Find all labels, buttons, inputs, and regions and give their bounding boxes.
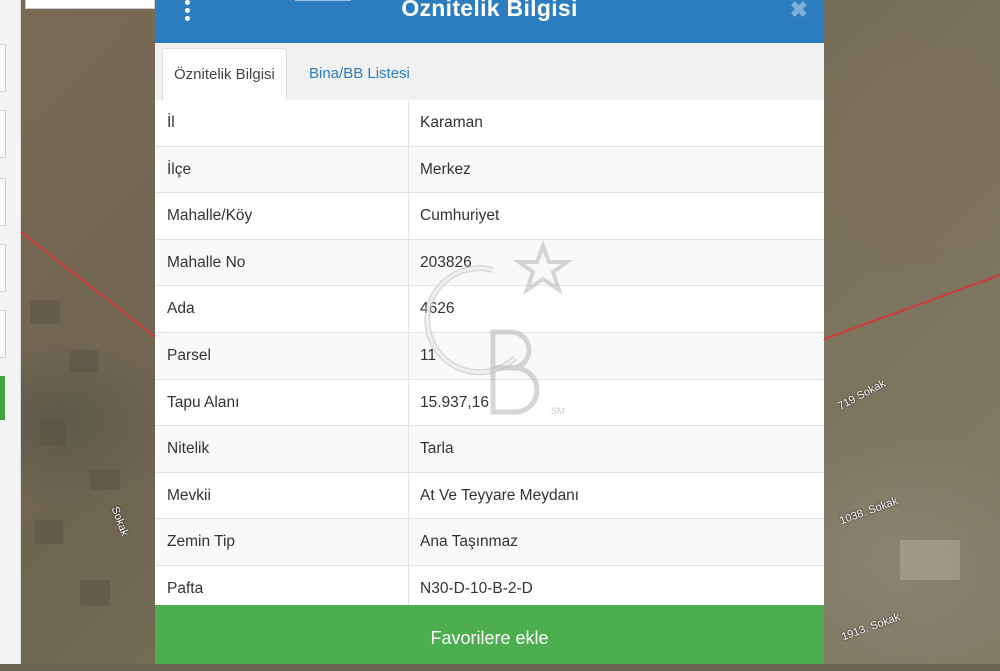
modal-title: Öznitelik Bilgisi <box>401 0 578 21</box>
table-row: İl Karaman <box>155 100 824 147</box>
table-row: Zemin Tip Ana Taşınmaz <box>155 519 824 566</box>
row-value: 11 <box>420 346 437 364</box>
left-toolbar <box>0 0 21 664</box>
map-building <box>35 520 63 544</box>
table-row: Nitelik Tarla <box>155 426 824 473</box>
row-label: Tapu Alanı <box>155 379 409 426</box>
left-toolbar-active-button[interactable] <box>0 376 5 420</box>
close-icon[interactable]: ✖ <box>790 0 808 21</box>
street-label: 1913. Sokak <box>840 611 902 644</box>
table-row: Mevkii At Ve Teyyare Meydanı <box>155 472 824 520</box>
row-label: Mahalle/Köy <box>155 193 409 239</box>
row-label: Zemin Tip <box>155 519 409 565</box>
row-value: 4626 <box>420 300 455 318</box>
row-label: İlçe <box>155 146 409 193</box>
table-row: Tapu Alanı 15.937,16 <box>155 379 824 427</box>
row-label: İl <box>155 100 409 146</box>
modal-header: Öznitelik Bilgisi ✖ <box>155 0 824 43</box>
row-value: Karaman <box>420 114 483 131</box>
left-toolbar-button[interactable] <box>0 244 6 292</box>
tab-building-list[interactable]: Bina/BB Listesi <box>298 48 421 99</box>
left-toolbar-button[interactable] <box>0 44 6 92</box>
attribute-modal: Öznitelik Bilgisi ✖ Öznitelik Bilgisi Bi… <box>155 0 824 664</box>
attribute-table: İl Karaman İlçe Merkez Mahalle/Köy Cumhuriy… <box>155 100 824 613</box>
left-toolbar-button[interactable] <box>0 178 6 226</box>
row-value: 15.937,16 <box>420 393 489 411</box>
row-value: Cumhuriyet <box>420 207 500 225</box>
row-value: 203826 <box>420 253 472 271</box>
row-label: Ada <box>155 286 409 332</box>
add-to-favorites-button[interactable]: Favorilere ekle <box>155 605 824 664</box>
left-toolbar-button[interactable] <box>0 110 6 158</box>
street-label: 1038. Sokak <box>838 495 900 528</box>
street-label: Sokak <box>108 505 131 538</box>
map-building <box>40 420 66 446</box>
row-label: Parsel <box>155 332 409 379</box>
table-row: İlçe Merkez <box>155 146 824 194</box>
table-row: Mahalle No 203826 <box>155 239 824 287</box>
parcel-boundary <box>824 273 1000 340</box>
table-row: Mahalle/Köy Cumhuriyet <box>155 193 824 240</box>
row-label: Mahalle No <box>155 239 409 286</box>
row-label: Nitelik <box>155 426 409 472</box>
street-label: 719 Sokak <box>836 377 888 413</box>
map-building <box>30 300 60 324</box>
row-value: At Ve Teyyare Meydanı <box>420 486 580 504</box>
table-row: Ada 4626 <box>155 286 824 333</box>
row-value: Tarla <box>420 440 454 458</box>
table-row: Parsel 11 <box>155 332 824 380</box>
parcel-boundary <box>18 230 162 343</box>
tab-attribute-info[interactable]: Öznitelik Bilgisi <box>162 48 287 101</box>
search-bar-edge[interactable] <box>25 0 155 9</box>
map-building <box>80 580 110 606</box>
row-value: Ana Taşınmaz <box>420 533 518 551</box>
row-label: Mevkii <box>155 472 409 519</box>
row-value: Merkez <box>420 160 471 178</box>
map-building <box>90 470 120 490</box>
map-building <box>70 350 98 372</box>
map-building <box>900 540 960 580</box>
left-toolbar-button[interactable] <box>0 310 6 358</box>
tab-bar: Öznitelik Bilgisi Bina/BB Listesi <box>155 43 824 101</box>
